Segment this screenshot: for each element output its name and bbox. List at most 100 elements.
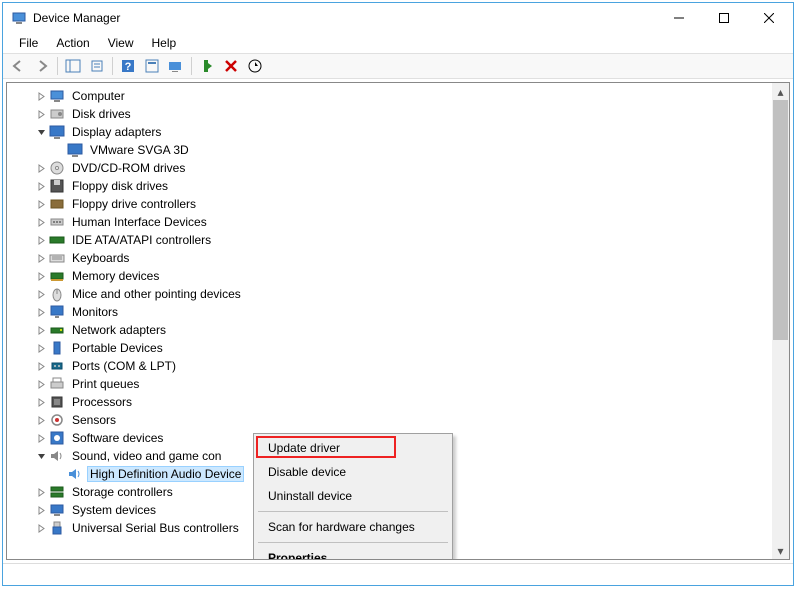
expander-icon[interactable] <box>33 362 49 371</box>
menu-help[interactable]: Help <box>144 34 185 52</box>
scroll-thumb[interactable] <box>773 100 788 340</box>
keyboard-icon <box>49 250 65 266</box>
scroll-up-arrow[interactable]: ▴ <box>772 83 789 100</box>
sensor-icon <box>49 412 65 428</box>
tree-node[interactable]: Human Interface Devices <box>15 213 789 231</box>
expander-icon[interactable] <box>33 344 49 353</box>
expander-icon[interactable] <box>33 308 49 317</box>
tree-node[interactable]: Processors <box>15 393 789 411</box>
scan-hardware-button[interactable] <box>165 55 187 77</box>
floppyctl-icon <box>49 196 65 212</box>
tree-node[interactable]: Floppy disk drives <box>15 177 789 195</box>
cpu-icon <box>49 394 65 410</box>
expander-icon[interactable] <box>33 272 49 281</box>
expander-icon[interactable] <box>33 434 49 443</box>
tree-node[interactable]: Monitors <box>15 303 789 321</box>
device-manager-window: Device Manager File Action View Help ? C… <box>2 2 794 586</box>
expander-icon[interactable] <box>33 254 49 263</box>
portable-icon <box>49 340 65 356</box>
enable-button[interactable] <box>196 55 218 77</box>
ctx-disable-device[interactable]: Disable device <box>256 460 450 484</box>
expander-icon[interactable] <box>33 524 49 533</box>
tree-node-label: System devices <box>69 502 159 518</box>
tree-node[interactable]: Memory devices <box>15 267 789 285</box>
expander-icon[interactable] <box>33 110 49 119</box>
tree-node[interactable]: Ports (COM & LPT) <box>15 357 789 375</box>
tree-node-label: Computer <box>69 88 128 104</box>
expander-icon[interactable] <box>33 398 49 407</box>
scroll-down-arrow[interactable]: ▾ <box>772 542 789 559</box>
forward-button[interactable] <box>31 55 53 77</box>
tree-node-label: Ports (COM & LPT) <box>69 358 179 374</box>
ports-icon <box>49 358 65 374</box>
help-button[interactable]: ? <box>117 55 139 77</box>
tree-node-label: DVD/CD-ROM drives <box>69 160 188 176</box>
tree-node[interactable]: Computer <box>15 87 789 105</box>
tree-node[interactable]: Print queues <box>15 375 789 393</box>
tree-node-label: Floppy disk drives <box>69 178 171 194</box>
properties-button[interactable] <box>86 55 108 77</box>
network-icon <box>49 322 65 338</box>
ctx-uninstall-device[interactable]: Uninstall device <box>256 484 450 508</box>
dvd-icon <box>49 160 65 176</box>
app-icon <box>11 10 27 26</box>
tree-node-label: Print queues <box>69 376 142 392</box>
ide-icon <box>49 232 65 248</box>
floppy-icon <box>49 178 65 194</box>
tree-node[interactable]: Sensors <box>15 411 789 429</box>
expander-icon[interactable] <box>33 506 49 515</box>
tree-node-label: Disk drives <box>69 106 134 122</box>
expander-icon[interactable] <box>33 290 49 299</box>
menu-file[interactable]: File <box>11 34 46 52</box>
back-button[interactable] <box>7 55 29 77</box>
minimize-button[interactable] <box>656 4 701 33</box>
scrollbar-vertical[interactable]: ▴ ▾ <box>772 83 789 559</box>
expander-icon[interactable] <box>33 452 49 461</box>
tree-node[interactable]: Floppy drive controllers <box>15 195 789 213</box>
hid-icon <box>49 214 65 230</box>
expander-icon[interactable] <box>33 218 49 227</box>
expander-icon[interactable] <box>33 182 49 191</box>
speaker-icon <box>67 466 83 482</box>
tree-node[interactable]: Disk drives <box>15 105 789 123</box>
tree-node[interactable]: Display adapters <box>15 123 789 141</box>
expander-icon[interactable] <box>33 128 49 137</box>
uninstall-button[interactable] <box>220 55 242 77</box>
tree-node[interactable]: Network adapters <box>15 321 789 339</box>
update-button[interactable] <box>244 55 266 77</box>
ctx-properties[interactable]: Properties <box>256 546 450 560</box>
ctx-scan-hardware[interactable]: Scan for hardware changes <box>256 515 450 539</box>
memory-icon <box>49 268 65 284</box>
menu-view[interactable]: View <box>100 34 142 52</box>
expander-icon[interactable] <box>33 326 49 335</box>
tree-node-label: Display adapters <box>69 124 164 140</box>
tree-node[interactable]: Mice and other pointing devices <box>15 285 789 303</box>
tree-node-label: Floppy drive controllers <box>69 196 199 212</box>
tree-node[interactable]: Portable Devices <box>15 339 789 357</box>
menu-action[interactable]: Action <box>48 34 97 52</box>
tree-node[interactable]: IDE ATA/ATAPI controllers <box>15 231 789 249</box>
window-title: Device Manager <box>33 11 120 25</box>
tree-node-label: Sound, video and game con <box>69 448 224 464</box>
tree-node[interactable]: Keyboards <box>15 249 789 267</box>
tree-node[interactable]: VMware SVGA 3D <box>15 141 789 159</box>
expander-icon[interactable] <box>33 164 49 173</box>
maximize-button[interactable] <box>701 4 746 33</box>
expander-icon[interactable] <box>33 416 49 425</box>
system-icon <box>49 502 65 518</box>
expander-icon[interactable] <box>33 488 49 497</box>
action-button[interactable] <box>141 55 163 77</box>
close-button[interactable] <box>746 4 791 33</box>
tree-node-label: Human Interface Devices <box>69 214 210 230</box>
monitor-icon <box>49 304 65 320</box>
tree-node-label: Memory devices <box>69 268 162 284</box>
tree-node-label: Storage controllers <box>69 484 176 500</box>
expander-icon[interactable] <box>33 200 49 209</box>
expander-icon[interactable] <box>33 92 49 101</box>
tree-node[interactable]: DVD/CD-ROM drives <box>15 159 789 177</box>
expander-icon[interactable] <box>33 380 49 389</box>
tree-node-label: Universal Serial Bus controllers <box>69 520 242 536</box>
expander-icon[interactable] <box>33 236 49 245</box>
tree-node-label: High Definition Audio Device <box>87 466 244 482</box>
show-hide-tree-button[interactable] <box>62 55 84 77</box>
